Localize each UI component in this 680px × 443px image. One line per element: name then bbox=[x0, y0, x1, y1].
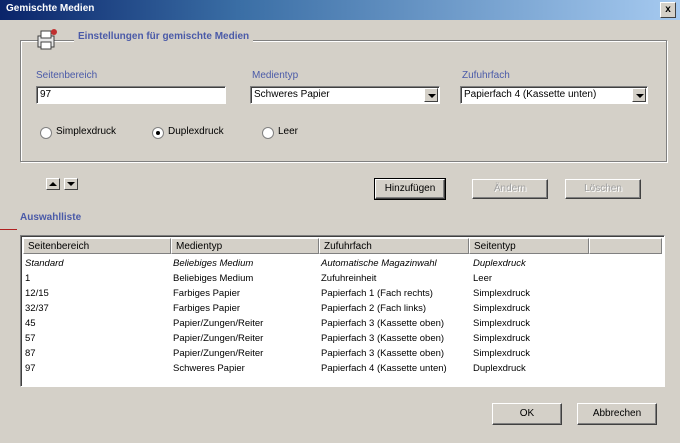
window-title: Gemischte Medien bbox=[6, 3, 95, 14]
table-cell: Farbiges Papier bbox=[173, 303, 241, 314]
table-cell: 32/37 bbox=[25, 303, 49, 314]
table-cell: Papierfach 4 (Kassette unten) bbox=[321, 363, 447, 374]
table-row[interactable]: 97 Schweres Papier Papierfach 4 (Kassette … bbox=[23, 363, 623, 377]
table-cell: Farbiges Papier bbox=[173, 288, 241, 299]
table-cell: 97 bbox=[25, 363, 36, 374]
chevron-down-icon[interactable] bbox=[424, 88, 438, 102]
table-cell: Duplexdruck bbox=[473, 363, 526, 374]
zufuhrfach-select[interactable]: Papierfach 4 (Kassette unten) bbox=[460, 86, 648, 104]
table-cell: Papierfach 2 (Fach links) bbox=[321, 303, 427, 314]
column-header[interactable]: Seitentyp bbox=[469, 238, 589, 254]
table-cell: Papierfach 3 (Kassette oben) bbox=[321, 333, 445, 344]
table-cell: 1 bbox=[25, 273, 31, 284]
seitenbereich-input[interactable]: 97 bbox=[36, 86, 226, 104]
table-cell: Simplexdruck bbox=[473, 348, 531, 359]
ok-button[interactable]: OK bbox=[492, 403, 562, 425]
table-cell: Simplexdruck bbox=[473, 318, 531, 329]
table-cell: Papier/Zungen/Reiter bbox=[173, 318, 264, 329]
table-cell: Simplexdruck bbox=[473, 303, 531, 314]
title-bar[interactable]: Gemischte Medien x bbox=[0, 0, 680, 20]
column-header-empty bbox=[589, 238, 662, 254]
table-cell: 57 bbox=[25, 333, 36, 344]
radio-duplexdruck[interactable] bbox=[152, 127, 164, 139]
cancel-button[interactable]: Abbrechen bbox=[577, 403, 657, 425]
column-header[interactable]: Medientyp bbox=[171, 238, 319, 254]
table-cell: 12/15 bbox=[25, 288, 49, 299]
radio-simplexdruck-label: Simplexdruck bbox=[56, 126, 117, 137]
zufuhrfach-label: Zufuhrfach bbox=[462, 70, 510, 81]
table-cell: Simplexdruck bbox=[473, 333, 531, 344]
table-row[interactable]: 12/15 Farbiges Papier Papierfach 1 (Fach r… bbox=[23, 288, 623, 302]
move-up-button[interactable] bbox=[46, 178, 60, 190]
column-header[interactable]: Zufuhrfach bbox=[319, 238, 469, 254]
table-row[interactable]: 45 Papier/Zungen/Reiter Papierfach 3 (Kass… bbox=[23, 318, 623, 332]
table-cell: Papierfach 3 (Kassette oben) bbox=[321, 318, 445, 329]
group-title: Einstellungen für gemischte Medien bbox=[74, 31, 254, 42]
table-cell: Zufuhreinheit bbox=[321, 273, 377, 284]
table-row[interactable]: 57 Papier/Zungen/Reiter Papierfach 3 (Kass… bbox=[23, 333, 623, 347]
change-button[interactable]: Ändern bbox=[472, 179, 548, 199]
radio-leer[interactable] bbox=[262, 127, 274, 139]
add-button[interactable]: Hinzufügen bbox=[374, 178, 446, 200]
table-cell: Beliebiges Medium bbox=[173, 258, 254, 269]
table-row[interactable]: 87 Papier/Zungen/Reiter Papierfach 3 (Kass… bbox=[23, 348, 623, 362]
column-header[interactable]: Seitenbereich bbox=[23, 238, 171, 254]
table-row[interactable]: 1 Beliebiges Medium Zufuhreinheit Leer bbox=[23, 273, 623, 287]
table-cell: Papier/Zungen/Reiter bbox=[173, 333, 264, 344]
table-cell: Automatische Magazinwahl bbox=[321, 258, 437, 269]
table-cell: Leer bbox=[473, 273, 493, 284]
table-row[interactable]: Standard Beliebiges Medium Automatische Ma… bbox=[23, 258, 623, 272]
radio-leer-label: Leer bbox=[278, 126, 299, 137]
medientyp-label: Medientyp bbox=[252, 70, 299, 81]
table-cell: Simplexdruck bbox=[473, 288, 531, 299]
table-cell: Duplexdruck bbox=[473, 258, 526, 269]
table-cell: Papier/Zungen/Reiter bbox=[173, 348, 264, 359]
seitenbereich-label: Seitenbereich bbox=[36, 70, 98, 81]
chevron-down-icon[interactable] bbox=[632, 88, 646, 102]
radio-simplexdruck[interactable] bbox=[40, 127, 52, 139]
printer-settings-icon bbox=[37, 29, 57, 50]
medientyp-select[interactable]: Schweres Papier bbox=[250, 86, 440, 104]
margin-marker bbox=[0, 229, 17, 230]
selection-list[interactable]: Seitenbereich Medientyp Zufuhrfach Seite… bbox=[20, 235, 665, 387]
table-cell: 87 bbox=[25, 348, 36, 359]
move-down-button[interactable] bbox=[64, 178, 78, 190]
list-label: Auswahlliste bbox=[20, 212, 82, 223]
table-cell: 45 bbox=[25, 318, 36, 329]
table-cell: Beliebiges Medium bbox=[173, 273, 254, 284]
close-button[interactable]: x bbox=[660, 2, 676, 18]
mixed-media-dialog: Gemischte Medien x Einstellungen für gem… bbox=[0, 0, 680, 443]
table-row[interactable]: 32/37 Farbiges Papier Papierfach 2 (Fach l… bbox=[23, 303, 623, 317]
radio-duplexdruck-label: Duplexdruck bbox=[168, 126, 224, 137]
delete-button[interactable]: Löschen bbox=[565, 179, 641, 199]
table-cell: Schweres Papier bbox=[173, 363, 245, 374]
table-cell: Standard bbox=[25, 258, 64, 269]
table-cell: Papierfach 1 (Fach rechts) bbox=[321, 288, 433, 299]
table-cell: Papierfach 3 (Kassette oben) bbox=[321, 348, 445, 359]
